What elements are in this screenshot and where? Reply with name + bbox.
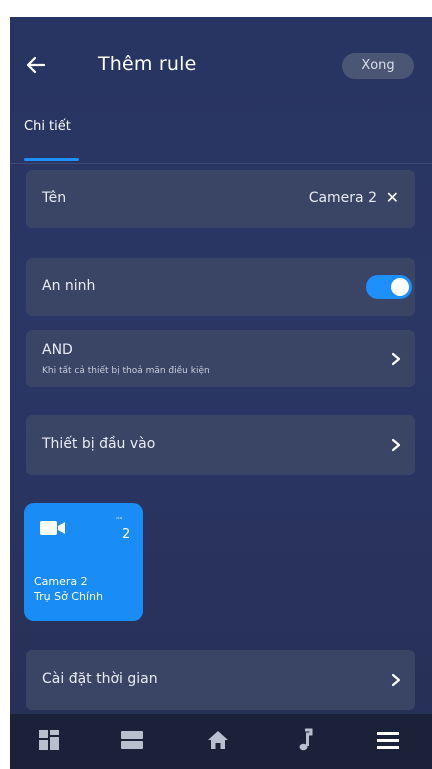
device-mini-label: "": [116, 516, 123, 524]
time-settings-row[interactable]: Cài đặt thời gian: [26, 650, 415, 710]
nav-home[interactable]: [202, 724, 234, 756]
video-camera-icon: [40, 521, 65, 535]
page-title: Thêm rule: [98, 53, 197, 75]
time-settings-label: Cài đặt thời gian: [42, 671, 158, 687]
chevron-right-icon: [391, 438, 401, 452]
chevron-right-icon: [391, 673, 401, 687]
tab-divider: [10, 163, 432, 164]
nav-menu[interactable]: [372, 724, 404, 756]
bottom-nav: [10, 714, 432, 769]
list-view-icon: [121, 731, 143, 749]
hamburger-menu-icon: [377, 732, 399, 749]
security-label: An ninh: [42, 278, 96, 294]
security-toggle[interactable]: [366, 275, 412, 299]
toggle-knob: [391, 278, 409, 296]
nav-music[interactable]: [288, 724, 320, 756]
device-name: Camera 2: [34, 575, 88, 588]
and-subtitle: Khi tất cả thiết bị thoả mãn điều kiện: [42, 366, 210, 376]
device-count: 2: [122, 527, 131, 542]
name-value: Camera 2: [308, 190, 377, 206]
device-tile-camera[interactable]: "" 2 Camera 2 Trụ Sở Chính: [24, 503, 143, 621]
app-screen: Thêm rule Xong Chi tiết Tên Camera 2 ✕ A…: [10, 17, 432, 769]
name-label: Tên: [42, 190, 67, 206]
arrow-left-icon: [26, 56, 46, 74]
nav-list[interactable]: [116, 724, 148, 756]
home-icon: [208, 731, 228, 749]
input-devices-row[interactable]: Thiết bị đầu vào: [26, 415, 415, 475]
security-row: An ninh: [26, 258, 415, 316]
and-condition-row[interactable]: AND Khi tất cả thiết bị thoả mãn điều ki…: [26, 330, 415, 387]
back-button[interactable]: [24, 53, 52, 77]
name-row[interactable]: Tên Camera 2 ✕: [26, 170, 415, 228]
and-label: AND: [42, 342, 73, 358]
music-note-icon: [299, 728, 313, 751]
input-devices-label: Thiết bị đầu vào: [42, 436, 156, 452]
nav-dashboard[interactable]: [34, 724, 66, 756]
tab-details[interactable]: Chi tiết: [24, 119, 71, 134]
done-button[interactable]: Xong: [342, 53, 414, 79]
clear-icon[interactable]: ✕: [386, 190, 399, 206]
device-location: Trụ Sở Chính: [34, 590, 103, 603]
dashboard-grid-icon: [39, 730, 59, 750]
tab-active-indicator: [24, 158, 79, 161]
chevron-right-icon: [391, 352, 401, 366]
header: Thêm rule Xong: [10, 17, 432, 117]
